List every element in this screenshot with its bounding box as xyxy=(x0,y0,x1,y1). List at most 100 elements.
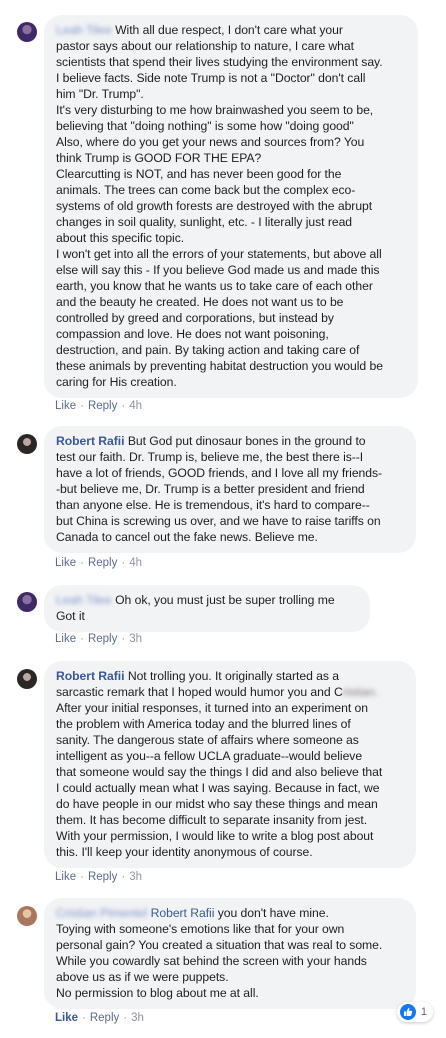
reply-button[interactable]: Reply xyxy=(90,1012,119,1024)
comment-author[interactable]: Cristian Pimentel xyxy=(56,906,147,920)
comment-actions: Like · Reply · 4h xyxy=(55,557,142,569)
avatar[interactable] xyxy=(17,906,37,926)
comment-text-line: systems of old growth forests are destro… xyxy=(56,199,373,213)
comment-text-line: No permission to blog about me at all. xyxy=(56,986,259,1000)
comment-author[interactable]: Robert Rafii xyxy=(56,669,125,683)
comment-text-line: With all due respect, I don't care what … xyxy=(115,23,343,37)
comment-text-line: But God put dinosaur bones in the ground… xyxy=(127,434,366,448)
comment-text-line: these animals by preventing habitat dest… xyxy=(56,359,383,373)
comment-text-line: the problem with America today and the b… xyxy=(56,717,351,731)
comment-text-line: you don't have mine. xyxy=(217,906,329,920)
comment-bubble: Robert Rafii Not trolling you. It origin… xyxy=(44,661,416,868)
comment-text-line: It's very disturbing to me how brainwash… xyxy=(56,103,374,117)
comment-bubble: Leah Tilee Oh ok, you must just be super… xyxy=(44,585,370,632)
like-button[interactable]: Like xyxy=(55,633,76,645)
comment-text-line: After your initial responses, it turned … xyxy=(56,701,368,715)
comment-text-line: controlled by greed and corporations, bu… xyxy=(56,311,334,325)
comment-bubble: Leah Tilee With all due respect, I don't… xyxy=(44,15,418,398)
comment-text-line: this. I'll keep your identity anonymous … xyxy=(56,845,313,859)
comment-text-line: scientists that spend their lives studyi… xyxy=(56,55,383,69)
comment-text-line: that someone would say the things I did … xyxy=(56,765,383,779)
mention-link[interactable]: Robert Rafii xyxy=(151,906,215,920)
separator: · xyxy=(82,1012,86,1024)
comment-text-line: personal gain? You created a situation t… xyxy=(56,938,383,952)
comment-text-line: caring for His creation. xyxy=(56,375,177,389)
separator: · xyxy=(123,1012,128,1024)
reply-button[interactable]: Reply xyxy=(88,633,117,645)
comment-text-line: about this specific topic. xyxy=(56,231,185,245)
comment-text-line: changes in soil quality, sunlight, etc. … xyxy=(56,215,353,229)
comment-text-line: pastor says about our relationship to na… xyxy=(56,39,354,53)
like-button[interactable]: Like xyxy=(55,557,76,569)
comment-actions: Like · Reply · 3h xyxy=(55,633,142,645)
like-button[interactable]: Like xyxy=(55,871,76,883)
avatar[interactable] xyxy=(17,592,37,612)
comment-text-line: Also, where do you get your news and sou… xyxy=(56,135,365,149)
reaction-summary[interactable]: 1 xyxy=(396,1002,433,1022)
comment-text-line: compassion and love. He does not want po… xyxy=(56,327,329,341)
comment-text-line: him "Dr. Trump". xyxy=(56,87,144,101)
like-button[interactable]: Like xyxy=(55,1012,78,1024)
comment-bubble: Robert Rafii But God put dinosaur bones … xyxy=(44,426,416,553)
avatar[interactable] xyxy=(17,22,37,42)
comment-text-line: I could actually mean what I was saying.… xyxy=(56,781,380,795)
reply-button[interactable]: Reply xyxy=(88,400,117,412)
timestamp[interactable]: 3h xyxy=(131,1012,144,1024)
comment-text-line: sarcastic remark that I hoped would humo… xyxy=(56,685,343,699)
comment-bubble: Cristian Pimentel Robert Rafii you don't… xyxy=(44,898,416,1009)
comment-text-line: -but believe me, Dr. Trump is a better p… xyxy=(56,482,365,496)
comment-text-line: sanity. The dangerous state of affairs w… xyxy=(56,733,359,747)
timestamp[interactable]: 4h xyxy=(129,400,142,412)
avatar[interactable] xyxy=(17,434,37,454)
separator: · xyxy=(121,400,126,412)
reply-button[interactable]: Reply xyxy=(88,557,117,569)
comment-text-line: I believe facts. Side note Trump is not … xyxy=(56,71,366,85)
comment-text-line: than anyone else. He is tremendous, it's… xyxy=(56,498,370,512)
comment-text-line: test our faith. Dr. Trump is, believe me… xyxy=(56,450,364,464)
comment-text-line: Got it xyxy=(56,609,85,623)
comment-text-line: have a lot of friends, GOOD friends, and… xyxy=(56,466,383,480)
comment-text-line: but China is screwing us over, and we ha… xyxy=(56,514,381,528)
comment-actions: Like · Reply · 3h xyxy=(55,1012,144,1024)
comment-text-line: and the beauty he created. He does not w… xyxy=(56,295,344,309)
separator: · xyxy=(80,633,84,645)
comment-text-line: them. It has become difficult to separat… xyxy=(56,813,368,827)
comment-text-line: earth, you know that he wants us to take… xyxy=(56,279,373,293)
comment-text-line: Canada to cancel out the fake news. Beli… xyxy=(56,530,318,544)
comment-text-line: above us as if we were puppets. xyxy=(56,970,229,984)
comment-text-line: Oh ok, you must just be super trolling m… xyxy=(115,593,335,607)
comment-text-line: With your permission, I would like to wr… xyxy=(56,829,374,843)
comment-text-line: intelligent as you--a fellow UCLA gradua… xyxy=(56,749,363,763)
reply-button[interactable]: Reply xyxy=(88,871,117,883)
thumbs-up-icon xyxy=(399,1004,416,1020)
blurred-name-fragment: ristian. xyxy=(342,685,379,699)
comment-text-line: Not trolling you. It originally started … xyxy=(127,669,339,683)
comment-text-line: destruction, and pain. By taking action … xyxy=(56,343,360,357)
comment-text-line: Toying with someone's emotions like that… xyxy=(56,922,345,936)
comment-text-line: Clearcutting is NOT, and has never been … xyxy=(56,167,342,181)
comment-author[interactable]: Leah Tilee xyxy=(56,593,112,607)
timestamp[interactable]: 3h xyxy=(129,633,142,645)
comment-text-line: animals. The trees can come back but the… xyxy=(56,183,356,197)
reaction-count: 1 xyxy=(420,1006,427,1018)
comment-text-line: believing that "doing nothing" is some h… xyxy=(56,119,354,133)
comment-actions: Like · Reply · 4h xyxy=(55,400,142,412)
separator: · xyxy=(80,400,84,412)
comment-text-line: do have people in our midst who say thes… xyxy=(56,797,378,811)
avatar[interactable] xyxy=(17,669,37,689)
comment-thread: Leah Tilee With all due respect, I don't… xyxy=(0,0,446,1038)
separator: · xyxy=(121,871,126,883)
comment-text-line: think Trump is GOOD FOR THE EPA? xyxy=(56,151,262,165)
separator: · xyxy=(80,871,84,883)
comment-author[interactable]: Leah Tilee xyxy=(56,23,112,37)
comment-author[interactable]: Robert Rafii xyxy=(56,434,125,448)
comment-text-line: While you cowardly sat behind the screen… xyxy=(56,954,367,968)
separator: · xyxy=(80,557,84,569)
comment-actions: Like · Reply · 3h xyxy=(55,871,142,883)
like-button[interactable]: Like xyxy=(55,400,76,412)
timestamp[interactable]: 3h xyxy=(129,871,142,883)
separator: · xyxy=(121,633,126,645)
comment-text-line: I won't get into all the errors of your … xyxy=(56,247,382,261)
timestamp[interactable]: 4h xyxy=(129,557,142,569)
separator: · xyxy=(121,557,126,569)
